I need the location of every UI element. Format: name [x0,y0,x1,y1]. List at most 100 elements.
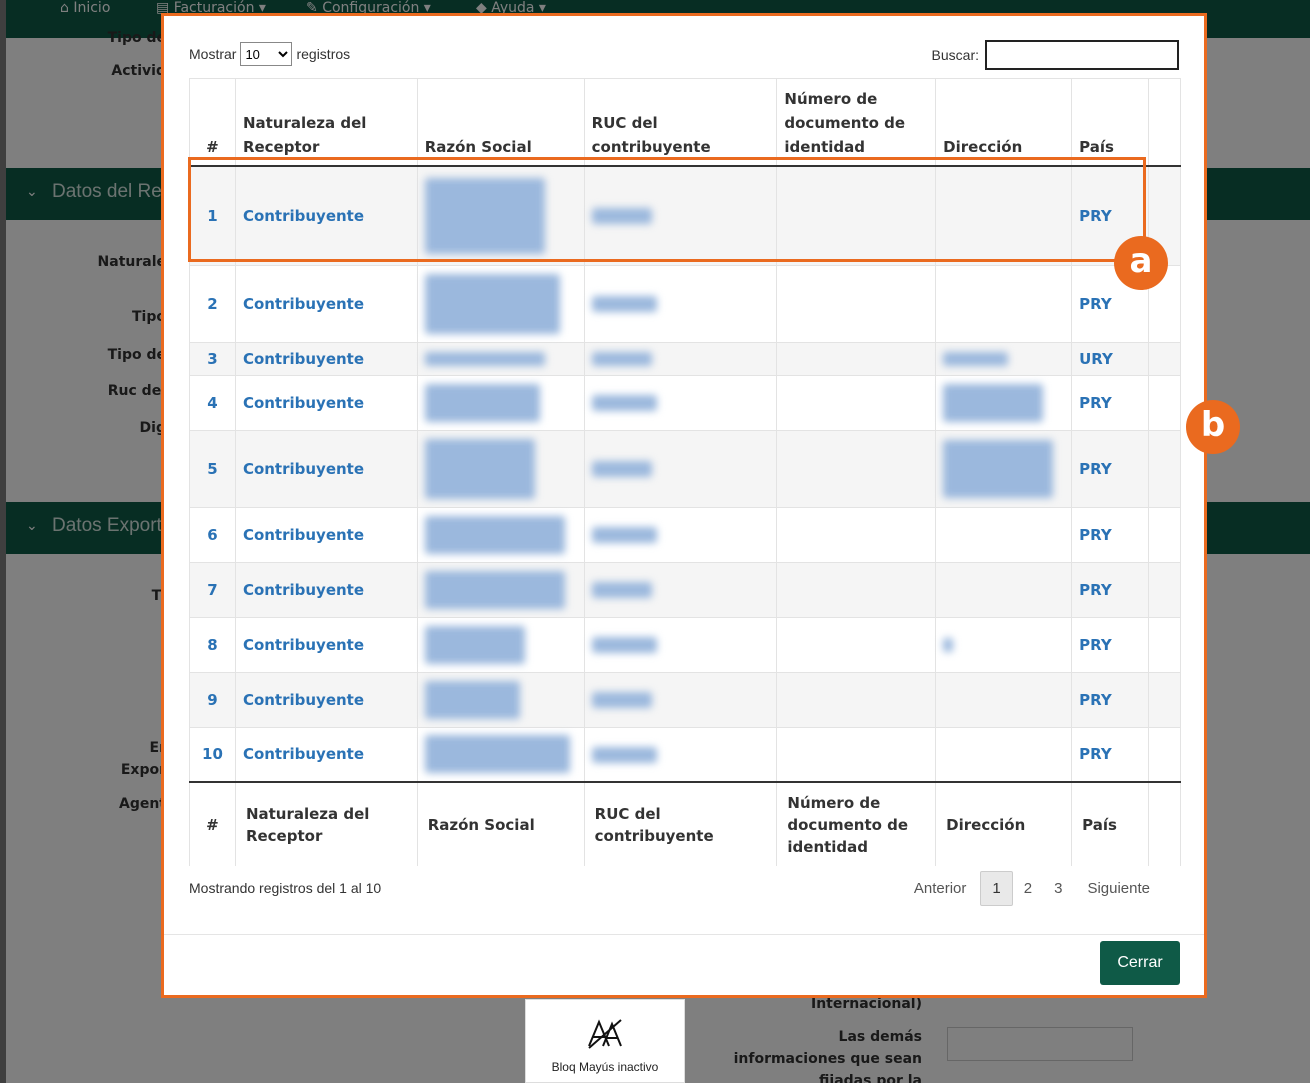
row-number: 9 [189,671,236,727]
pagination-page-2[interactable]: 2 [1013,872,1043,905]
row-razon-redacted [416,341,585,375]
table-row[interactable]: 9 Contribuyente PRY [189,671,1181,727]
col-footer-razon: Razón Social [416,781,585,866]
pagination-page-1[interactable]: 1 [980,871,1013,906]
row-direccion [935,561,1072,617]
row-direccion-redacted [935,616,1072,672]
pagination-page-3[interactable]: 3 [1043,872,1073,905]
row-naturaleza[interactable]: Contribuyente [234,264,418,342]
row-extra [1148,616,1181,672]
row-naturaleza[interactable]: Contribuyente [234,506,418,562]
col-header-num[interactable]: # [189,78,236,167]
table-row[interactable]: 5 Contribuyente PRY [189,429,1181,507]
row-documento [776,429,936,507]
row-naturaleza[interactable]: Contribuyente [234,671,418,727]
length-label-post: registros [296,46,351,62]
row-documento [776,506,936,562]
row-number: 6 [189,506,236,562]
row-naturaleza[interactable]: Contribuyente [234,429,418,507]
row-documento [776,374,936,430]
row-razon-redacted [416,264,585,342]
row-direccion-redacted [935,341,1072,375]
table-row[interactable]: 7 Contribuyente PRY [189,561,1181,617]
row-direccion [935,506,1072,562]
col-footer-direccion: Dirección [935,781,1072,866]
modal-footer-divider [164,934,1204,935]
row-naturaleza[interactable]: Contribuyente [234,726,418,782]
annotation-badge-b: b [1186,400,1240,454]
row-ruc-redacted [583,561,777,617]
row-direccion-redacted [935,429,1072,507]
row-pais: PRY [1071,616,1149,672]
row-highlight-annotation [188,157,1146,262]
capslock-label: Bloq Mayús inactivo [551,1060,659,1074]
row-pais: PRY [1071,726,1149,782]
pagination-next[interactable]: Siguiente [1073,872,1164,905]
close-button[interactable]: Cerrar [1100,941,1180,985]
row-razon-redacted [416,616,585,672]
page-length-control: Mostrar 10 registros [189,42,350,66]
col-header-pais[interactable]: País [1071,78,1149,167]
row-direccion [935,726,1072,782]
row-razon-redacted [416,506,585,562]
row-number: 4 [189,374,236,430]
col-footer-naturaleza: Naturaleza del Receptor [234,781,418,866]
row-pais: PRY [1071,506,1149,562]
row-pais: URY [1071,341,1149,375]
col-header-documento[interactable]: Número de documento de identidad [776,78,936,167]
row-extra [1148,726,1181,782]
row-number: 10 [189,726,236,782]
col-header-ruc[interactable]: RUC del contribuyente [583,78,777,167]
col-footer-documento: Número de documento de identidad [776,781,936,866]
row-ruc-redacted [583,341,777,375]
row-extra [1148,341,1181,375]
table-row[interactable]: 3 Contribuyente URY [189,341,1181,375]
capslock-indicator: Bloq Mayús inactivo [525,999,685,1083]
table-info: Mostrando registros del 1 al 10 [189,880,382,896]
row-direccion-redacted [935,374,1072,430]
row-razon-redacted [416,671,585,727]
table-row[interactable]: 6 Contribuyente PRY [189,506,1181,562]
capslock-off-icon [588,1019,622,1049]
row-naturaleza[interactable]: Contribuyente [234,341,418,375]
pagination-prev[interactable]: Anterior [900,872,981,905]
col-header-razon[interactable]: Razón Social [416,78,585,167]
row-razon-redacted [416,561,585,617]
row-extra [1148,374,1181,430]
row-documento [776,264,936,342]
search-input[interactable] [985,40,1179,70]
col-footer-num: # [189,781,236,866]
row-documento [776,341,936,375]
row-documento [776,561,936,617]
row-ruc-redacted [583,429,777,507]
search-label: Buscar: [931,47,979,63]
row-documento [776,726,936,782]
col-header-direccion[interactable]: Dirección [935,78,1072,167]
row-documento [776,616,936,672]
table-row[interactable]: 4 Contribuyente PRY [189,374,1181,430]
row-direccion [935,671,1072,727]
row-ruc-redacted [583,671,777,727]
row-number: 3 [189,341,236,375]
row-ruc-redacted [583,506,777,562]
row-naturaleza[interactable]: Contribuyente [234,561,418,617]
col-header-naturaleza[interactable]: Naturaleza del Receptor [234,78,418,167]
row-naturaleza[interactable]: Contribuyente [234,374,418,430]
row-razon-redacted [416,374,585,430]
row-extra [1148,429,1181,507]
row-number: 5 [189,429,236,507]
table-row[interactable]: 8 Contribuyente PRY [189,616,1181,672]
page-length-select[interactable]: 10 [240,42,293,66]
table-row[interactable]: 2 Contribuyente PRY [189,264,1181,342]
row-ruc-redacted [583,264,777,342]
row-pais: PRY [1071,429,1149,507]
col-footer-ruc: RUC del contribuyente [583,781,777,866]
row-extra [1148,506,1181,562]
row-naturaleza[interactable]: Contribuyente [234,616,418,672]
length-label-pre: Mostrar [189,46,237,62]
row-direccion [935,264,1072,342]
col-header-extra [1148,78,1181,167]
row-pais: PRY [1071,671,1149,727]
table-row[interactable]: 10 Contribuyente PRY [189,726,1181,782]
row-pais: PRY [1071,561,1149,617]
